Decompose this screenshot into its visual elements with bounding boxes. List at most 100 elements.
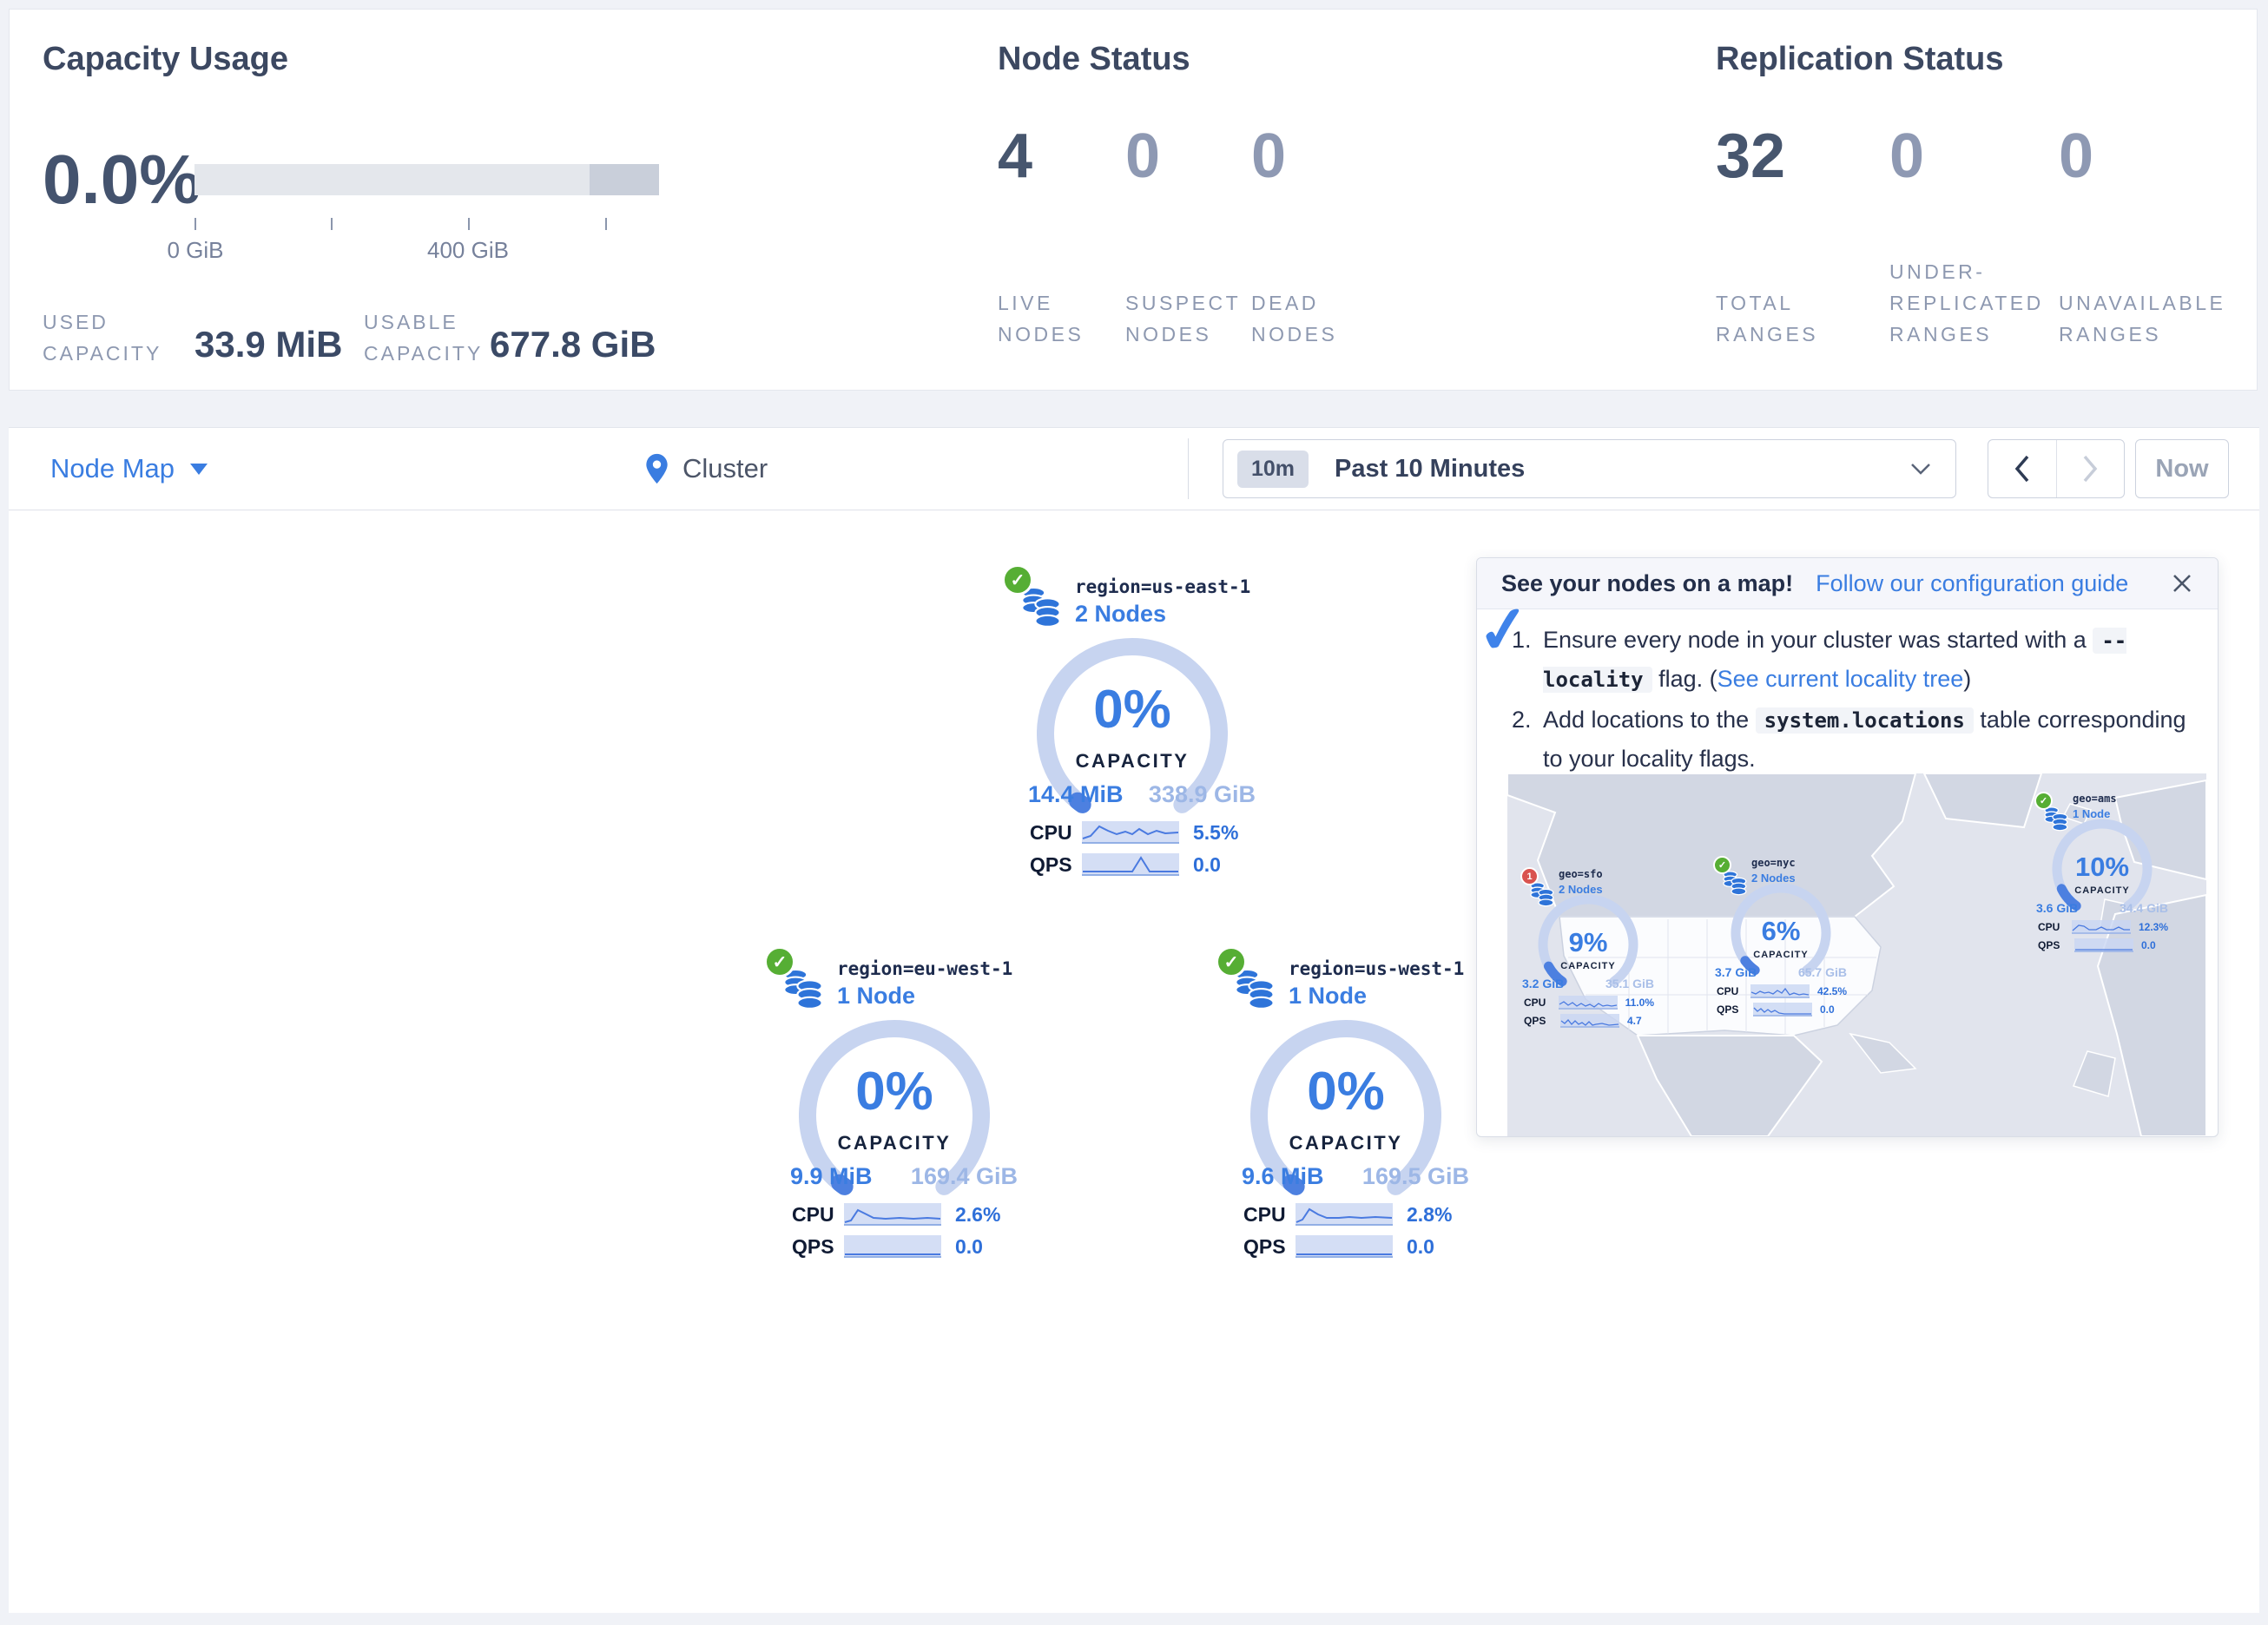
locality-label: geo=nyc: [1751, 857, 1796, 869]
check-glyph: ✓: [1718, 859, 1726, 871]
capacity-total: 34.4 GiB: [2120, 901, 2168, 915]
cluster-overview-page: Capacity Usage 0.0% 0 GiB 400 GiB USED C…: [0, 0, 2268, 1625]
capacity-used: 3.7 GiB: [1715, 965, 1757, 979]
suspect-nodes-value: 0: [1125, 121, 1256, 192]
dead-nodes-label: DEAD NODES: [1251, 287, 1390, 350]
nodes-count-link[interactable]: 1 Node: [1289, 983, 1367, 1010]
capacity-axis-tick: [605, 218, 607, 230]
capacity-used: 9.9 MiB: [790, 1163, 873, 1190]
capacity-values: 3.7 GiB 65.7 GiB: [1715, 965, 1847, 979]
breadcrumb-label: Cluster: [682, 453, 768, 484]
locality-card-nyc[interactable]: ✓ geo=nyc 2 Nodes 6% CAPACITY 3.7 GiB: [1711, 845, 1850, 1023]
qps-label: QPS: [792, 1235, 844, 1259]
check-glyph: ✓: [1224, 951, 1239, 973]
chevron-down-icon: [1910, 463, 1931, 475]
capacity-axis-tick: [468, 218, 470, 230]
dead-nodes-value: 0: [1251, 121, 1390, 192]
healthy-badge-icon: ✓: [1713, 856, 1731, 874]
usable-capacity-value: 677.8 GiB: [490, 324, 656, 365]
chevron-down-icon: [190, 464, 208, 475]
region-card-us-east-1[interactable]: ✓ region=us-east-1 2 Nodes 0% CAPACITY 1…: [999, 562, 1259, 885]
capacity-caption: CAPACITY: [1531, 961, 1645, 971]
close-button[interactable]: [2171, 572, 2193, 595]
qps-sparkline: [1560, 1014, 1619, 1028]
qps-metric-row: QPS 0.0: [1030, 852, 1257, 878]
used-capacity-value: 33.9 MiB: [194, 324, 342, 365]
locality-card-sfo[interactable]: 1 geo=sfo 2 Nodes 9% CAPACITY 3.2 GiB: [1519, 856, 1658, 1034]
capacity-axis-tick: [331, 218, 333, 230]
step-text: Add locations to the system.locations ta…: [1543, 701, 2194, 778]
capacity-axis-label: 400 GiB: [407, 237, 529, 264]
time-range-selector[interactable]: 10m Past 10 Minutes: [1223, 439, 1956, 498]
qps-label: QPS: [1717, 1003, 1753, 1016]
used-capacity-label: USED CAPACITY: [43, 306, 181, 369]
total-ranges-label: TOTAL RANGES: [1716, 287, 1872, 350]
node-map-canvas: ✓ region=us-east-1 2 Nodes 0% CAPACITY 1…: [9, 510, 2259, 1613]
capacity-caption: CAPACITY: [2045, 885, 2159, 896]
capacity-caption: CAPACITY: [1724, 950, 1838, 960]
configuration-guide-link[interactable]: Follow our configuration guide: [1816, 570, 2128, 597]
live-nodes-label: LIVE NODES: [998, 287, 1111, 350]
qps-metric-row: QPS 0.0: [792, 1234, 1019, 1260]
qps-label: QPS: [2038, 939, 2074, 951]
popup-instructions: 1. Ensure every node in your cluster was…: [1512, 621, 2194, 780]
cpu-value: 42.5%: [1817, 985, 1847, 997]
cpu-label: CPU: [1717, 985, 1750, 997]
instruction-step-2: 2. Add locations to the system.locations…: [1512, 701, 2194, 778]
node-status-title: Node Status: [998, 41, 1190, 78]
step-done-check-icon: ✓: [1474, 590, 1535, 670]
unavailable-ranges-stat: 0 UNAVAILABLE RANGES: [2059, 121, 2254, 350]
breadcrumb[interactable]: Cluster: [645, 428, 768, 510]
capacity-caption: CAPACITY: [1037, 750, 1228, 773]
capacity-caption: CAPACITY: [799, 1132, 990, 1155]
suspect-nodes-stat: 0 SUSPECT NODES: [1125, 121, 1256, 350]
cpu-value: 2.6%: [955, 1203, 1000, 1227]
qps-metric-row: QPS 4.7: [1524, 1013, 1654, 1028]
time-prev-button[interactable]: [1988, 440, 2057, 497]
capacity-percent: 9%: [1531, 927, 1645, 958]
locality-label: geo=sfo: [1559, 868, 1603, 880]
locality-tree-link[interactable]: See current locality tree: [1717, 666, 1964, 692]
nodes-count-link[interactable]: 1 Node: [837, 983, 915, 1010]
qps-sparkline: [1082, 853, 1179, 876]
step-text-pre: Ensure every node in your cluster was st…: [1543, 627, 2093, 653]
healthy-badge-icon: ✓: [764, 946, 795, 977]
qps-metric-row: QPS 0.0: [2038, 938, 2168, 952]
dead-nodes-stat: 0 DEAD NODES: [1251, 121, 1390, 350]
step-text-pre: Add locations to the: [1543, 707, 1756, 733]
time-next-button[interactable]: [2057, 440, 2125, 497]
qps-sparkline: [844, 1235, 941, 1258]
qps-sparkline: [1753, 1003, 1812, 1016]
replication-status-title: Replication Status: [1716, 41, 2004, 78]
region-label: region=eu-west-1: [837, 958, 1012, 979]
world-map-preview: 1 geo=sfo 2 Nodes 9% CAPACITY 3.2 GiB: [1507, 773, 2206, 1136]
region-label: region=us-west-1: [1289, 958, 1464, 979]
nodes-count-link[interactable]: 2 Nodes: [1075, 601, 1166, 628]
qps-label: QPS: [1030, 853, 1082, 877]
cpu-metric-row: CPU 5.5%: [1030, 819, 1257, 845]
cpu-label: CPU: [792, 1203, 844, 1227]
capacity-total: 169.5 GiB: [1362, 1163, 1469, 1190]
cpu-value: 2.8%: [1407, 1203, 1452, 1227]
capacity-axis-tick: [194, 218, 196, 230]
qps-metric-row: QPS 0.0: [1717, 1002, 1847, 1016]
now-button[interactable]: Now: [2135, 439, 2229, 498]
capacity-usage-bar: [194, 164, 659, 195]
cpu-label: CPU: [2038, 921, 2072, 933]
locality-card-ams[interactable]: ✓ geo=ams 1 Node 10% CAPACITY 3.6 GiB: [2033, 780, 2172, 958]
qps-sparkline: [1296, 1235, 1393, 1258]
map-pin-icon: [645, 453, 669, 484]
popup-title: See your nodes on a map!: [1501, 570, 1793, 597]
cpu-label: CPU: [1524, 997, 1559, 1009]
under-replicated-stat: 0 UNDER-REPLICATED RANGES: [1889, 121, 2067, 350]
region-card-eu-west-1[interactable]: ✓ region=eu-west-1 1 Node 0% CAPACITY 9.…: [761, 944, 1021, 1267]
capacity-percent: 0%: [1250, 1061, 1441, 1122]
capacity-total: 35.1 GiB: [1605, 977, 1654, 990]
capacity-percent: 0%: [799, 1061, 990, 1122]
popup-header: See your nodes on a map! Follow our conf…: [1477, 558, 2218, 609]
cpu-metric-row: CPU 42.5%: [1717, 984, 1847, 998]
region-card-us-west-1[interactable]: ✓ region=us-west-1 1 Node 0% CAPACITY 9.…: [1212, 944, 1473, 1267]
step-number: 2.: [1512, 701, 1543, 778]
view-selector-dropdown[interactable]: Node Map: [50, 428, 208, 510]
qps-label: QPS: [1524, 1015, 1560, 1027]
